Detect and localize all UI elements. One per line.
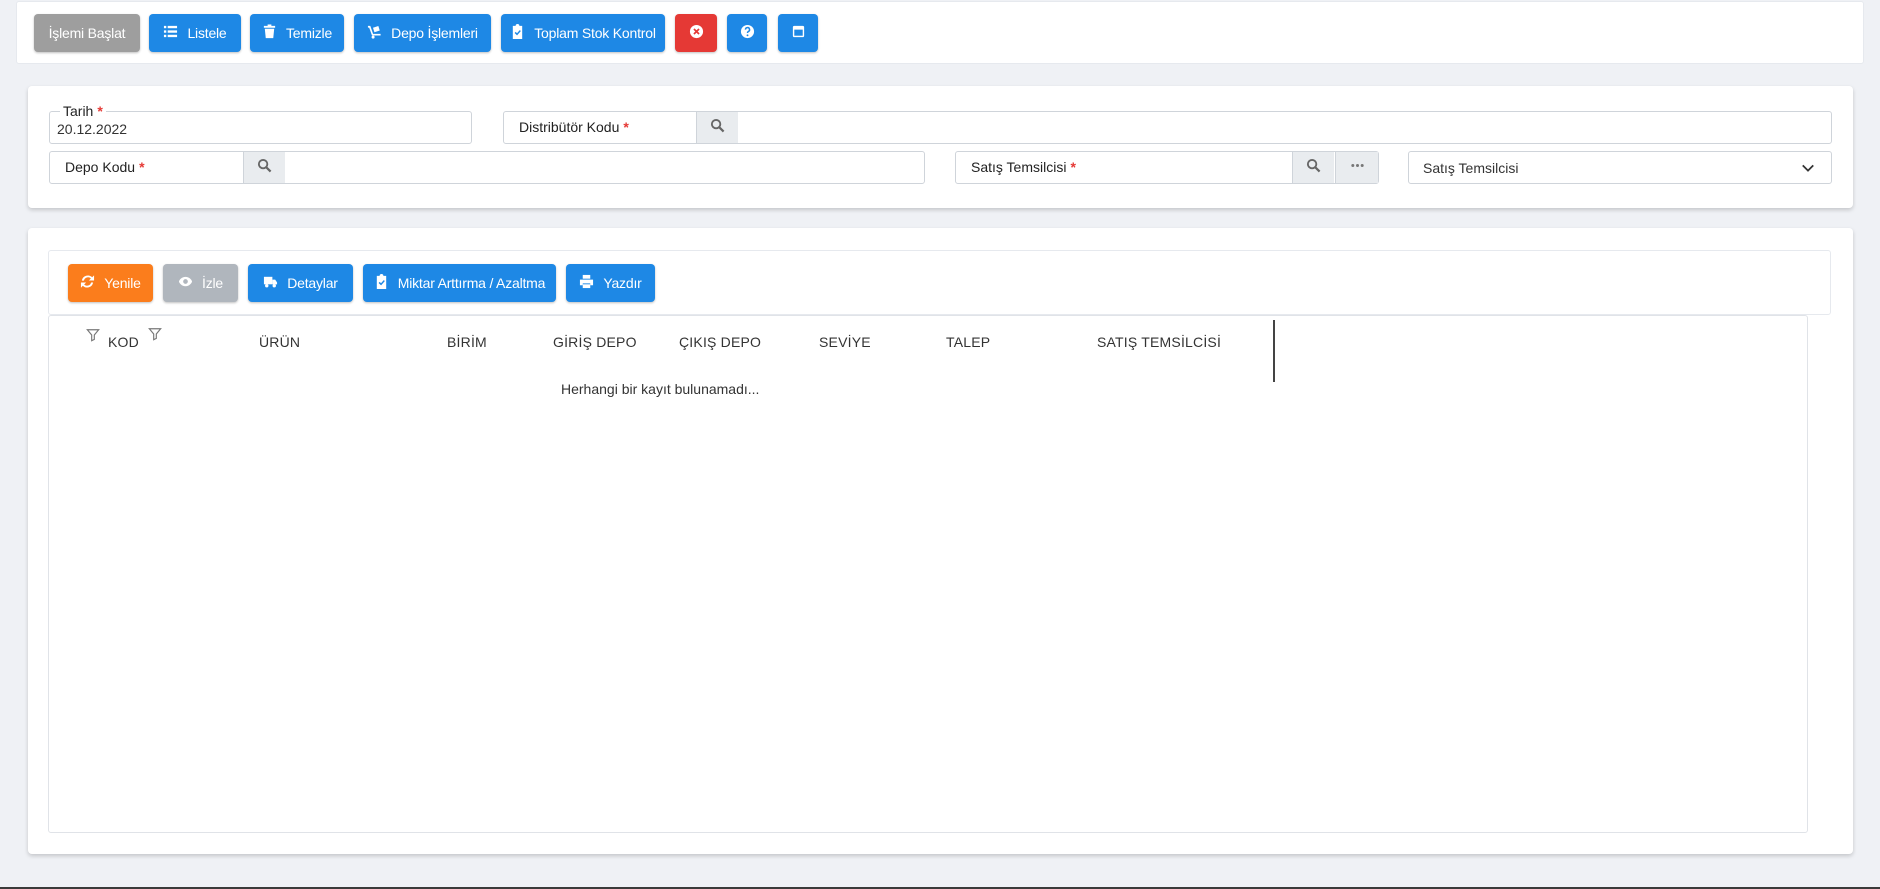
ellipsis-icon [1350, 158, 1365, 178]
print-button[interactable]: Yazdır [566, 264, 655, 302]
view-label: İzle [202, 275, 223, 291]
chevron-down-icon [1801, 161, 1815, 175]
truck-icon [263, 274, 278, 292]
date-label: Tarih * [60, 103, 106, 119]
sales-rep-search-button[interactable] [1292, 152, 1334, 183]
window-button[interactable] [778, 14, 818, 52]
close-button[interactable] [675, 14, 717, 52]
filter-form-card: Tarih * 20.12.2022 Distribütör Kodu * Depo… [28, 86, 1853, 208]
clipboard-check-icon [374, 274, 389, 292]
warehouse-code-label: Depo Kodu * [62, 159, 148, 175]
list-button[interactable]: Listele [149, 14, 241, 52]
refresh-label: Yenile [104, 275, 141, 291]
distributor-code-field[interactable]: Distribütör Kodu * [503, 111, 1832, 144]
column-header-talep[interactable]: TALEP [946, 334, 990, 350]
column-header-cikis-depo[interactable]: ÇIKIŞ DEPO [679, 334, 761, 350]
filter-icon[interactable] [86, 328, 100, 342]
column-header-giris-depo[interactable]: GİRİŞ DEPO [553, 334, 637, 350]
search-icon [710, 118, 725, 138]
sales-rep-label: Satış Temsilcisi * [968, 159, 1079, 175]
search-icon [1306, 158, 1321, 178]
filter-icon[interactable] [148, 327, 162, 341]
clipboard-check-icon [510, 24, 525, 42]
list-label: Listele [187, 25, 227, 41]
column-header-urun[interactable]: ÜRÜN [259, 334, 300, 350]
total-stock-control-button[interactable]: Toplam Stok Kontrol [501, 14, 665, 52]
column-resize-divider[interactable] [1273, 320, 1275, 382]
top-toolbar: İşlemi Başlat Listele Temizle Depo İşlem… [16, 1, 1864, 64]
details-button[interactable]: Detaylar [248, 264, 353, 302]
column-header-seviye[interactable]: SEVİYE [819, 334, 871, 350]
empty-message: Herhangi bir kayıt bulunamadı... [561, 381, 760, 397]
sales-rep-select[interactable]: Satış Temsilcisi [1408, 151, 1832, 184]
question-circle-icon [740, 24, 755, 42]
required-mark: * [1070, 159, 1076, 175]
close-circle-icon [689, 24, 704, 42]
quantity-adjust-label: Miktar Arttırma / Azaltma [397, 275, 546, 291]
distributor-search-button[interactable] [696, 112, 738, 143]
window-icon [791, 24, 806, 42]
warehouse-operations-label: Depo İşlemleri [391, 25, 478, 41]
data-grid: KOD ÜRÜN BİRİM GİRİŞ DEPO ÇIKIŞ DEPO SEV… [48, 315, 1808, 833]
total-stock-control-label: Toplam Stok Kontrol [534, 25, 656, 41]
sales-rep-select-value: Satış Temsilcisi [1423, 160, 1519, 176]
trash-icon [262, 24, 277, 42]
clear-label: Temizle [285, 25, 333, 41]
warehouse-code-field[interactable]: Depo Kodu * [49, 151, 925, 184]
date-value: 20.12.2022 [57, 121, 128, 137]
view-button[interactable]: İzle [163, 264, 238, 302]
sales-rep-field[interactable]: Satış Temsilcisi * [955, 151, 1379, 184]
required-mark: * [139, 159, 145, 175]
refresh-button[interactable]: Yenile [68, 264, 153, 302]
date-field[interactable]: Tarih * 20.12.2022 [49, 103, 472, 144]
dolly-icon [367, 24, 382, 42]
grid-toolbar: Yenile İzle Detaylar Miktar Arttırma / A… [48, 250, 1831, 315]
column-header-satis-temsilcisi[interactable]: SATIŞ TEMSİLCİSİ [1097, 334, 1221, 350]
details-label: Detaylar [287, 275, 338, 291]
start-process-label: İşlemi Başlat [48, 25, 126, 41]
warehouse-search-button[interactable] [243, 152, 285, 183]
list-icon [163, 24, 178, 42]
print-label: Yazdır [603, 275, 642, 291]
help-button[interactable] [727, 14, 767, 52]
clear-button[interactable]: Temizle [250, 14, 344, 52]
column-header-birim[interactable]: BİRİM [447, 334, 487, 350]
distributor-code-label: Distribütör Kodu * [516, 119, 632, 135]
refresh-icon [80, 274, 95, 292]
required-mark: * [623, 119, 629, 135]
warehouse-operations-button[interactable]: Depo İşlemleri [354, 14, 491, 52]
required-mark: * [97, 103, 103, 119]
eye-icon [178, 274, 193, 292]
column-header-kod[interactable]: KOD [108, 334, 139, 350]
print-icon [579, 274, 594, 292]
start-process-button[interactable]: İşlemi Başlat [34, 14, 140, 52]
search-icon [257, 158, 272, 178]
quantity-adjust-button[interactable]: Miktar Arttırma / Azaltma [363, 264, 556, 302]
sales-rep-more-button[interactable] [1335, 152, 1378, 183]
